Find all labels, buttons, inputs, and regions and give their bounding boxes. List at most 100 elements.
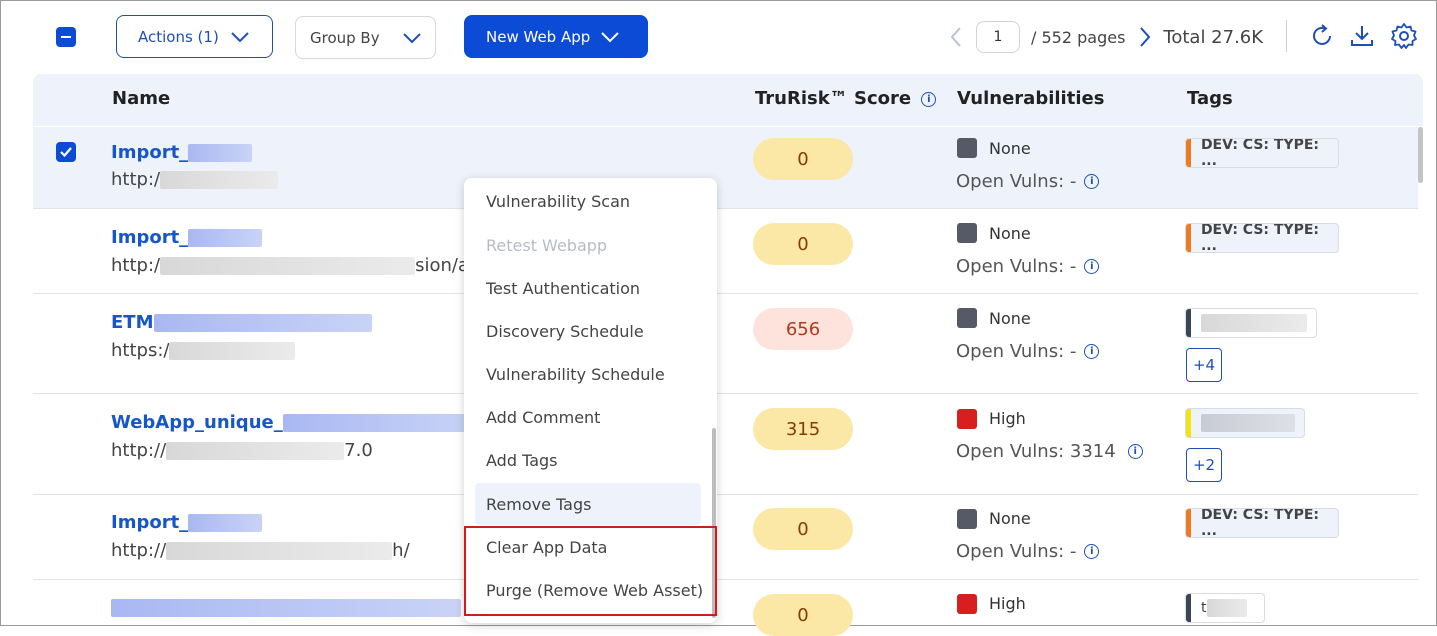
open-vulns: Open Vulns: - i (956, 341, 1100, 362)
tag-color-bar (1186, 594, 1191, 622)
trurisk-score-badge: 315 (753, 408, 853, 450)
page-number-value: 1 (993, 29, 1003, 45)
info-icon[interactable]: i (1084, 344, 1100, 359)
tag-text: t (1201, 600, 1207, 616)
app-name-link[interactable]: Import_ (111, 227, 263, 248)
info-icon[interactable]: i (921, 91, 937, 107)
open-vulns-text: Open Vulns: - (956, 541, 1077, 562)
redacted-text (160, 257, 416, 275)
total-label: Total 27.6K (1163, 26, 1264, 48)
tag-color-bar (1186, 409, 1191, 437)
new-web-app-label: New Web App (486, 27, 591, 46)
redacted-text (153, 314, 372, 332)
severity-indicator (957, 409, 977, 429)
redacted-text (166, 442, 345, 460)
app-url-tail: 7.0 (344, 440, 373, 461)
trurisk-score-badge: 0 (753, 138, 853, 180)
tag-chip[interactable]: t (1185, 593, 1265, 623)
tag-chip[interactable]: DEV: CS: TYPE: ... (1185, 223, 1339, 253)
menu-item-discovery-schedule[interactable]: Discovery Schedule (486, 322, 644, 341)
redacted-text (188, 514, 263, 532)
select-all-checkbox[interactable] (56, 27, 76, 47)
pages-label: / 552 pages (1031, 27, 1126, 47)
menu-item-test-authentication[interactable]: Test Authentication (486, 279, 640, 298)
redacted-text (1201, 314, 1307, 332)
group-by-dropdown[interactable]: Group By (295, 16, 436, 59)
more-tags-button[interactable]: +4 (1186, 348, 1222, 382)
menu-item-vulnerability-scan[interactable]: Vulnerability Scan (486, 192, 630, 211)
redacted-text (169, 342, 296, 360)
app-name-text: Import_ (111, 512, 189, 533)
tag-text: DEV: CS: TYPE: ... (1200, 223, 1320, 253)
app-url: http:/ sion/a (111, 255, 469, 276)
row-checkbox[interactable] (56, 142, 76, 162)
open-vulns: Open Vulns: - i (956, 541, 1100, 562)
severity-indicator (957, 308, 977, 328)
tag-chip[interactable]: DEV: CS: TYPE: ... (1185, 138, 1339, 168)
menu-item-add-tags[interactable]: Add Tags (486, 451, 557, 470)
actions-button[interactable]: Actions (1) (116, 15, 273, 58)
open-vulns-text: Open Vulns: - (956, 256, 1077, 277)
chevron-down-icon (231, 31, 249, 42)
header-vulnerabilities[interactable]: Vulnerabilities (957, 88, 1104, 109)
new-web-app-button[interactable]: New Web App (464, 15, 648, 58)
header-tags[interactable]: Tags (1187, 88, 1233, 109)
severity-indicator (957, 594, 977, 614)
download-icon[interactable] (1348, 22, 1376, 50)
tag-chip[interactable] (1185, 408, 1305, 438)
pagination: 1 / 552 pages Total 27.6K (948, 20, 1263, 54)
header-trurisk-score[interactable]: TruRisk™ Score i (755, 88, 937, 109)
app-name-link[interactable]: WebApp_unique_ (111, 412, 475, 433)
menu-item-remove-tags[interactable]: Remove Tags (486, 495, 591, 514)
more-tags-button[interactable]: +2 (1186, 448, 1222, 482)
redacted-text (1206, 599, 1247, 617)
menu-item-vulnerability-schedule[interactable]: Vulnerability Schedule (486, 365, 665, 384)
app-url: http:// h/ (111, 540, 410, 561)
severity-indicator (957, 509, 977, 529)
header-name[interactable]: Name (112, 88, 170, 109)
app-name-link[interactable]: ETM (111, 312, 372, 333)
app-url-text: https:/ (111, 340, 170, 361)
table-scrollbar[interactable] (1418, 127, 1423, 183)
indeterminate-icon (61, 36, 71, 38)
redacted-text (282, 414, 475, 432)
refresh-icon[interactable] (1308, 22, 1336, 50)
app-name-link[interactable]: Import_ (111, 512, 263, 533)
info-icon[interactable]: i (1084, 174, 1100, 189)
info-icon[interactable]: i (1084, 259, 1100, 274)
menu-item-add-comment[interactable]: Add Comment (486, 408, 600, 427)
menu-item-retest-webapp: Retest Webapp (486, 236, 608, 255)
app-url: http:/ (111, 169, 279, 190)
tag-chip[interactable]: DEV: CS: TYPE: ... (1185, 508, 1339, 538)
tag-color-bar (1186, 224, 1191, 252)
page-number-input[interactable]: 1 (976, 21, 1020, 53)
app-url-text: http:/ (111, 169, 161, 190)
info-icon[interactable]: i (1084, 544, 1100, 559)
tag-chip[interactable] (1185, 308, 1317, 338)
severity-label: None (989, 309, 1031, 328)
chevron-right-icon[interactable] (1137, 26, 1153, 48)
app-name-link[interactable] (111, 597, 461, 618)
app-name-text: ETM (111, 312, 154, 333)
redacted-text (166, 542, 393, 560)
chevron-left-icon[interactable] (948, 26, 964, 48)
redacted-text (1201, 414, 1295, 432)
tag-text: DEV: CS: TYPE: ... (1200, 508, 1320, 538)
open-vulns: Open Vulns: 3314 i (956, 441, 1143, 462)
group-by-label: Group By (310, 28, 380, 47)
tag-color-bar (1186, 139, 1191, 167)
info-icon[interactable]: i (1127, 444, 1143, 459)
severity-label: High (989, 409, 1026, 428)
severity-indicator (957, 138, 977, 158)
app-name-text: WebApp_unique_ (111, 412, 283, 433)
chevron-down-icon (601, 31, 619, 42)
trurisk-score-badge: 0 (753, 223, 853, 265)
gear-icon[interactable] (1390, 22, 1418, 50)
toolbar-divider (1286, 20, 1287, 52)
severity-indicator (957, 223, 977, 243)
severity-label: None (989, 509, 1031, 528)
app-url: http:// 7.0 (111, 440, 373, 461)
app-name-link[interactable]: Import_ (111, 142, 253, 163)
severity-label: None (989, 139, 1031, 158)
redacted-text (160, 171, 279, 189)
